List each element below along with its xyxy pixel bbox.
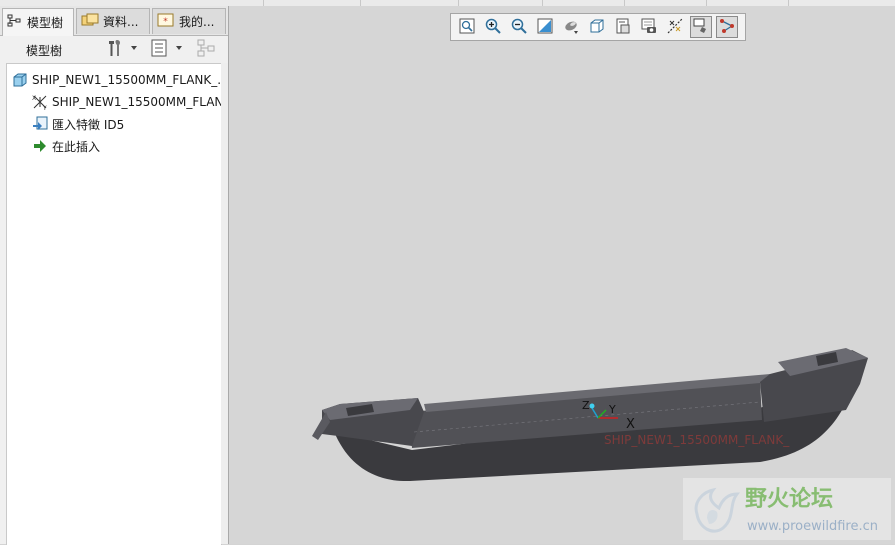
zoom-in-button[interactable] (482, 16, 504, 38)
display-style-button[interactable] (560, 16, 582, 38)
perspective-button[interactable] (638, 16, 660, 38)
repaint-icon (536, 17, 554, 38)
zoom-out-button[interactable] (508, 16, 530, 38)
watermark-title: 野火论坛 (745, 486, 833, 512)
spin-center-icon (692, 17, 710, 38)
view-toolbar (450, 13, 746, 41)
datum-display-icon (666, 17, 684, 38)
datum-display-button[interactable] (664, 16, 686, 38)
refit-icon (458, 17, 476, 38)
view-manager-icon (614, 17, 632, 38)
axis-z-label: Z (582, 399, 590, 412)
spin-center-button[interactable] (690, 16, 712, 38)
refit-button[interactable] (456, 16, 478, 38)
annotation-display-icon (718, 17, 736, 38)
saved-views-button[interactable] (586, 16, 608, 38)
repaint-button[interactable] (534, 16, 556, 38)
zoom-in-icon (484, 17, 502, 38)
annotation-display-button[interactable] (716, 16, 738, 38)
forum-watermark: 野火论坛 www.proewildfire.cn (683, 478, 891, 540)
zoom-out-icon (510, 17, 528, 38)
model-csys-label: SHIP_NEW1_15500MM_FLANK_ (604, 433, 790, 447)
perspective-icon (640, 17, 658, 38)
axis-x-label: X (626, 417, 635, 432)
saved-views-icon (588, 17, 606, 38)
axis-y-label: Y (608, 403, 616, 416)
watermark-url: www.proewildfire.cn (747, 519, 878, 534)
display-style-icon (562, 17, 580, 38)
ship-model-view: X Y Z SHIP_NEW1_15500MM_FLANK_ (312, 348, 868, 482)
view-manager-button[interactable] (612, 16, 634, 38)
